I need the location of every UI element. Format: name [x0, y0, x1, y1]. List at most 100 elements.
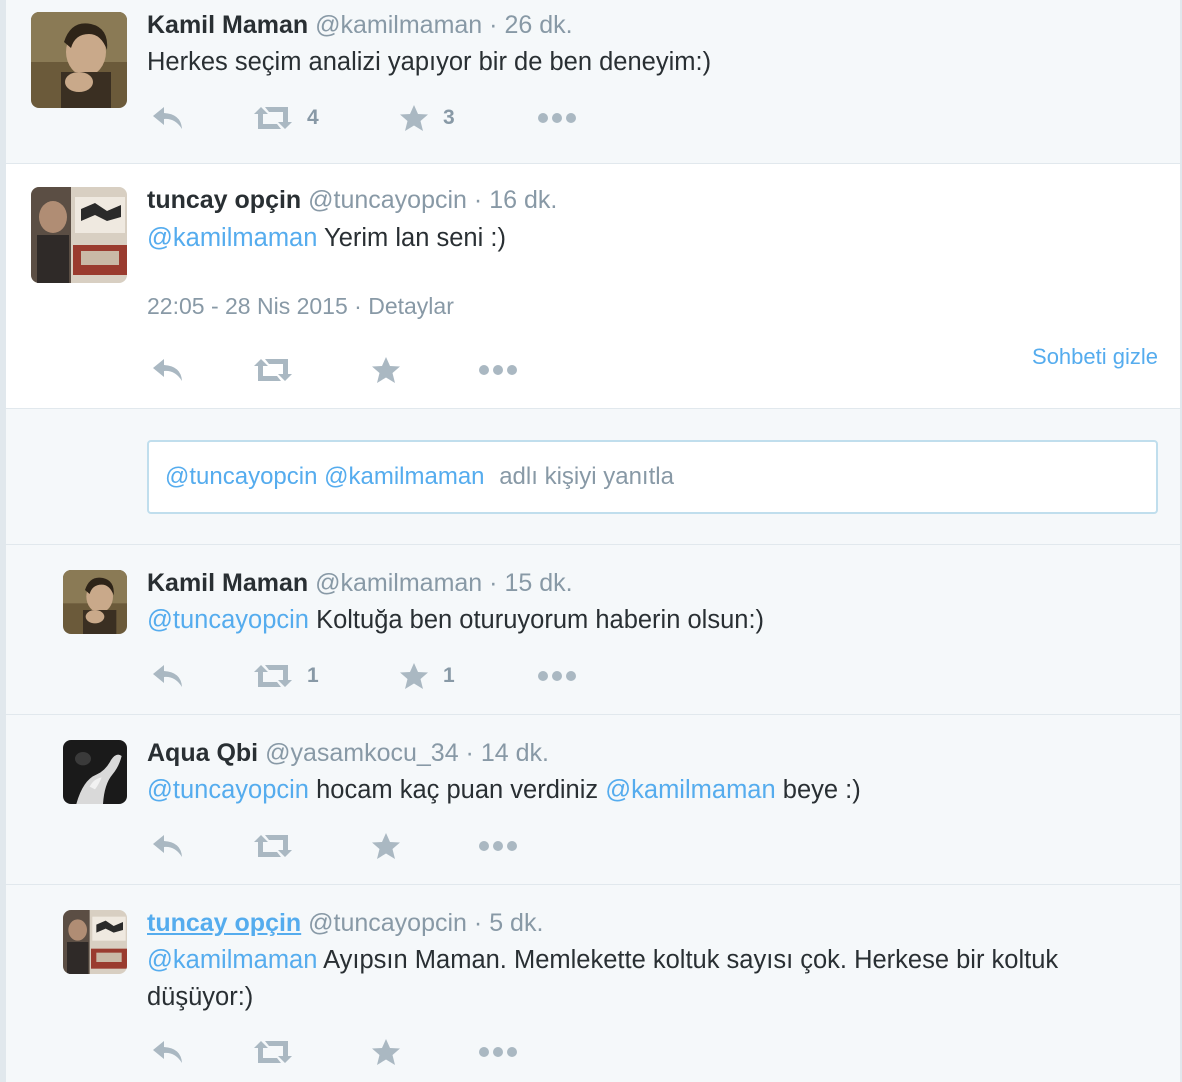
details-link[interactable]: Detaylar — [368, 293, 454, 319]
tweet-header: Kamil Maman @kamilmaman · 15 dk. — [147, 568, 573, 598]
screenname[interactable]: @kamilmaman — [315, 11, 482, 39]
retweet-button[interactable] — [253, 828, 293, 864]
timestamp[interactable]: 14 dk. — [481, 739, 549, 767]
separator: · — [354, 293, 362, 319]
retweet-icon — [254, 665, 292, 687]
favorite-count: 3 — [443, 106, 455, 129]
tweet-header: tuncay opçin @tuncayopcin · 16 dk. — [147, 185, 557, 215]
tweet-header: Aqua Qbi @yasamkocu_34 · 14 dk. — [147, 738, 549, 768]
tweet-metadata: 22:05 - 28 Nis 2015 · Detaylar — [147, 293, 454, 320]
favorite-button[interactable] — [371, 828, 401, 864]
favorite-count: 1 — [443, 664, 455, 687]
tweet-actions — [147, 1034, 747, 1070]
favorite-star-icon — [400, 105, 428, 131]
retweet-icon — [254, 835, 292, 857]
retweet-count: 1 — [307, 664, 319, 687]
reply-button[interactable] — [151, 352, 185, 388]
avatar[interactable] — [63, 570, 127, 634]
tweet-2-expanded[interactable]: tuncay opçin @tuncayopcin · 16 dk. @kami… — [6, 164, 1180, 409]
avatar[interactable] — [63, 740, 127, 804]
mention-link[interactable]: @tuncayopcin — [147, 776, 309, 804]
mention-link[interactable]: @kamilmaman — [147, 224, 317, 252]
tweet-1[interactable]: Kamil Maman @kamilmaman · 26 dk. Herkes … — [6, 0, 1180, 164]
tweet-actions: 4 3 — [147, 100, 747, 136]
more-dots-icon — [479, 1047, 517, 1057]
tweet-text-body: Koltuğa ben oturuyorum haberin olsun:) — [316, 606, 765, 634]
fullname[interactable]: Kamil Maman — [147, 569, 308, 597]
more-button[interactable] — [478, 352, 518, 388]
timestamp[interactable]: 15 dk. — [504, 569, 572, 597]
screenname[interactable]: @tuncayopcin — [308, 909, 467, 937]
screenname[interactable]: @yasamkocu_34 — [265, 739, 459, 767]
tweet-text: @kamilmaman Yerim lan seni :) — [147, 220, 1156, 257]
tweet-text: @tuncayopcin hocam kaç puan verdiniz @ka… — [147, 772, 1156, 809]
retweet-button[interactable] — [253, 352, 293, 388]
favorite-star-icon — [372, 833, 400, 859]
retweet-button[interactable]: 1 — [253, 658, 319, 694]
separator: · — [465, 739, 474, 767]
mention-link[interactable]: @kamilmaman — [605, 776, 775, 804]
favorite-button[interactable] — [371, 352, 401, 388]
separator: · — [489, 569, 498, 597]
tweet-text: @tuncayopcin Koltuğa ben oturuyorum habe… — [147, 602, 1156, 639]
favorite-star-icon — [400, 663, 428, 689]
retweet-icon — [254, 107, 292, 129]
more-dots-icon — [538, 113, 576, 123]
tweet-text-body: hocam kaç puan verdiniz — [316, 776, 599, 804]
tweet-actions — [147, 828, 747, 864]
full-timestamp: 22:05 - 28 Nis 2015 — [147, 293, 348, 319]
tweet-actions — [147, 352, 747, 388]
fullname[interactable]: Aqua Qbi — [147, 739, 258, 767]
more-button[interactable] — [537, 100, 577, 136]
mention-link[interactable]: @kamilmaman — [147, 946, 317, 974]
more-button[interactable] — [537, 658, 577, 694]
mention-link[interactable]: @tuncayopcin — [147, 606, 309, 634]
favorite-button[interactable]: 3 — [399, 100, 455, 136]
reply-area: @tuncayopcin @kamilmaman adlı kişiyi yan… — [6, 409, 1180, 545]
screenname[interactable]: @kamilmaman — [315, 569, 482, 597]
more-dots-icon — [479, 365, 517, 375]
timestamp[interactable]: 16 dk. — [489, 186, 557, 214]
more-button[interactable] — [478, 828, 518, 864]
tweet-text-body: Herkes seçim analizi yapıyor bir de ben … — [147, 48, 712, 76]
tweet-text: Herkes seçim analizi yapıyor bir de ben … — [147, 44, 1156, 81]
favorite-star-icon — [372, 357, 400, 383]
retweet-button[interactable] — [253, 1034, 293, 1070]
avatar[interactable] — [31, 187, 127, 283]
avatar[interactable] — [63, 910, 127, 974]
reply-button[interactable] — [151, 1034, 185, 1070]
fullname[interactable]: tuncay opçin — [147, 186, 301, 214]
man-portrait-photo-icon — [63, 570, 127, 634]
timestamp[interactable]: 5 dk. — [489, 909, 543, 937]
reply-button[interactable] — [151, 658, 185, 694]
avatar[interactable] — [31, 12, 127, 108]
separator: · — [489, 11, 498, 39]
timestamp[interactable]: 26 dk. — [504, 11, 572, 39]
hide-conversation-link[interactable]: Sohbeti gizle — [1032, 344, 1158, 370]
reply-button[interactable] — [151, 100, 185, 136]
more-dots-icon — [479, 841, 517, 851]
retweet-icon — [254, 1041, 292, 1063]
reply-placeholder: adlı kişiyi yanıtla — [499, 463, 674, 490]
tweet-5[interactable]: tuncay opçin @tuncayopcin · 5 dk. @kamil… — [6, 885, 1180, 1082]
separator: · — [473, 186, 483, 214]
tweet-header: tuncay opçin @tuncayopcin · 5 dk. — [147, 908, 543, 938]
reply-input[interactable]: @tuncayopcin @kamilmaman adlı kişiyi yan… — [147, 440, 1158, 514]
fullname[interactable]: Kamil Maman — [147, 11, 308, 39]
tweet-text-body: beye :) — [782, 776, 861, 804]
screenname[interactable]: @tuncayopcin — [308, 186, 467, 214]
separator: · — [473, 909, 483, 937]
black-white-hand-photo-icon — [63, 740, 127, 804]
man-photo-collage-icon — [63, 910, 127, 974]
fullname[interactable]: tuncay opçin — [147, 909, 301, 937]
retweet-button[interactable]: 4 — [253, 100, 319, 136]
tweet-header: Kamil Maman @kamilmaman · 26 dk. — [147, 10, 573, 40]
tweet-4[interactable]: Aqua Qbi @yasamkocu_34 · 14 dk. @tuncayo… — [6, 715, 1180, 885]
reply-icon — [153, 359, 182, 381]
favorite-button[interactable] — [371, 1034, 401, 1070]
tweet-3[interactable]: Kamil Maman @kamilmaman · 15 dk. @tuncay… — [6, 545, 1180, 715]
more-button[interactable] — [478, 1034, 518, 1070]
favorite-button[interactable]: 1 — [399, 658, 455, 694]
reply-button[interactable] — [151, 828, 185, 864]
reply-icon — [153, 835, 182, 857]
